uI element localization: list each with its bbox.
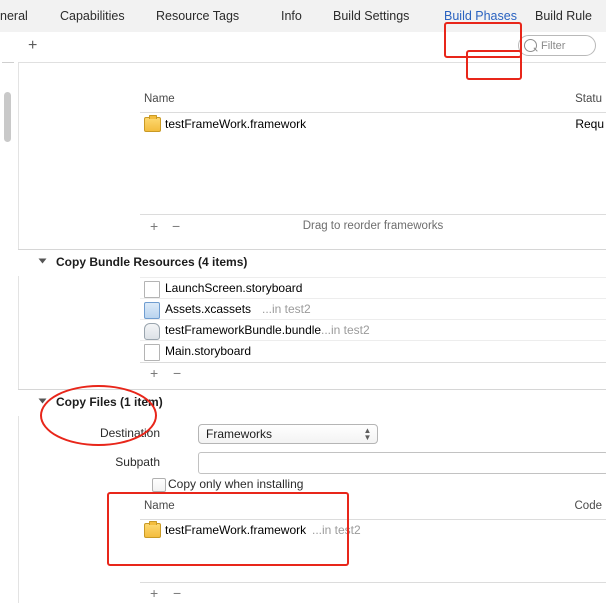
filter-placeholder: Filter — [541, 40, 566, 52]
left-gutter — [0, 32, 19, 603]
remove-resource-button[interactable]: − — [173, 365, 181, 381]
copy-only-when-installing-checkbox[interactable] — [152, 478, 166, 492]
phases-toolbar: + Filter — [18, 32, 606, 63]
gutter-divider — [2, 62, 14, 63]
xcassets-icon — [144, 302, 160, 319]
resource-name: Main.storyboard — [165, 344, 252, 358]
framework-icon — [144, 521, 161, 538]
divider — [140, 582, 606, 583]
tab-capabilities[interactable]: Capabilities — [60, 1, 125, 32]
resource-location: ...in test2 — [321, 323, 370, 337]
destination-select[interactable]: Frameworks ▲ ▼ — [198, 424, 378, 444]
resource-name: testFrameworkBundle.bundle — [165, 323, 322, 337]
copy-bundle-resources-title: Copy Bundle Resources (4 items) — [56, 255, 248, 269]
add-copy-file-button[interactable]: + — [150, 585, 158, 601]
copy-file-name: testFrameWork.framework — [165, 523, 307, 537]
list-item[interactable]: testFrameworkBundle.bundle ...in test2 — [140, 319, 606, 341]
destination-label: Destination — [99, 426, 160, 440]
search-icon — [524, 39, 537, 52]
frameworks-table-header: Name Statu — [140, 90, 606, 113]
copy-only-when-installing-label: Copy only when installing — [168, 477, 304, 491]
filter-field[interactable]: Filter — [518, 35, 596, 56]
tab-build-phases[interactable]: Build Phases — [444, 1, 517, 32]
vertical-scrollbar[interactable] — [4, 92, 11, 142]
resource-name: LaunchScreen.storyboard — [165, 281, 303, 295]
chevron-down-icon[interactable] — [38, 398, 47, 404]
remove-copy-file-button[interactable]: − — [173, 585, 181, 601]
framework-icon — [144, 115, 161, 132]
chevron-down-icon[interactable] — [38, 258, 47, 264]
tab-general[interactable]: neral — [0, 1, 28, 32]
xcode-build-phases-screenshot: neral Capabilities Resource Tags Info Bu… — [0, 0, 606, 603]
frameworks-col-name: Name — [144, 93, 175, 105]
storyboard-icon — [144, 281, 160, 298]
copy-bundle-resources-footer: + − — [140, 364, 181, 386]
list-item[interactable]: LaunchScreen.storyboard — [140, 277, 606, 299]
subpath-label: Subpath — [115, 455, 160, 469]
project-editor-tabbar: neral Capabilities Resource Tags Info Bu… — [0, 0, 606, 33]
bundle-icon — [144, 323, 160, 340]
section-copy-bundle-resources[interactable]: Copy Bundle Resources (4 items) — [18, 249, 606, 276]
tab-info[interactable]: Info — [281, 1, 302, 32]
copy-files-col-code: Code — [574, 500, 603, 512]
tab-build-rules[interactable]: Build Rule — [535, 1, 592, 32]
subpath-input[interactable] — [198, 452, 606, 474]
table-row[interactable]: testFrameWork.framework ...in test2 — [140, 521, 606, 543]
list-item[interactable]: Main.storyboard — [140, 340, 606, 362]
frameworks-col-status: Statu — [575, 93, 602, 105]
resource-location: ...in test2 — [262, 302, 311, 316]
resource-name: Assets.xcassets — [165, 302, 252, 316]
copy-files-col-name: Name — [144, 500, 175, 512]
tab-build-settings[interactable]: Build Settings — [333, 1, 409, 32]
destination-value: Frameworks — [206, 427, 273, 441]
chevron-updown-icon: ▲ ▼ — [363, 426, 372, 442]
copy-files-title: Copy Files (1 item) — [56, 395, 163, 409]
tab-resource-tags[interactable]: Resource Tags — [156, 1, 239, 32]
table-row[interactable]: testFrameWork.framework Requ — [140, 115, 606, 137]
framework-status: Requ — [575, 117, 604, 131]
framework-name: testFrameWork.framework — [165, 117, 307, 131]
reorder-hint: Drag to reorder frameworks — [302, 220, 444, 232]
add-resource-button[interactable]: + — [150, 365, 158, 381]
section-copy-files[interactable]: Copy Files (1 item) — [18, 389, 606, 416]
build-phases-content: + Filter Name Statu testFrameWork.framew… — [0, 32, 606, 603]
divider — [140, 362, 606, 363]
frameworks-footer: + − Drag to reorder frameworks — [140, 214, 606, 239]
list-item[interactable]: Assets.xcassets ...in test2 — [140, 298, 606, 320]
add-build-phase-button[interactable]: + — [28, 36, 37, 56]
copy-files-table-header: Name Code — [140, 497, 606, 520]
storyboard-icon — [144, 344, 160, 361]
copy-file-location: ...in test2 — [312, 523, 361, 537]
copy-files-footer: + − — [140, 584, 181, 603]
